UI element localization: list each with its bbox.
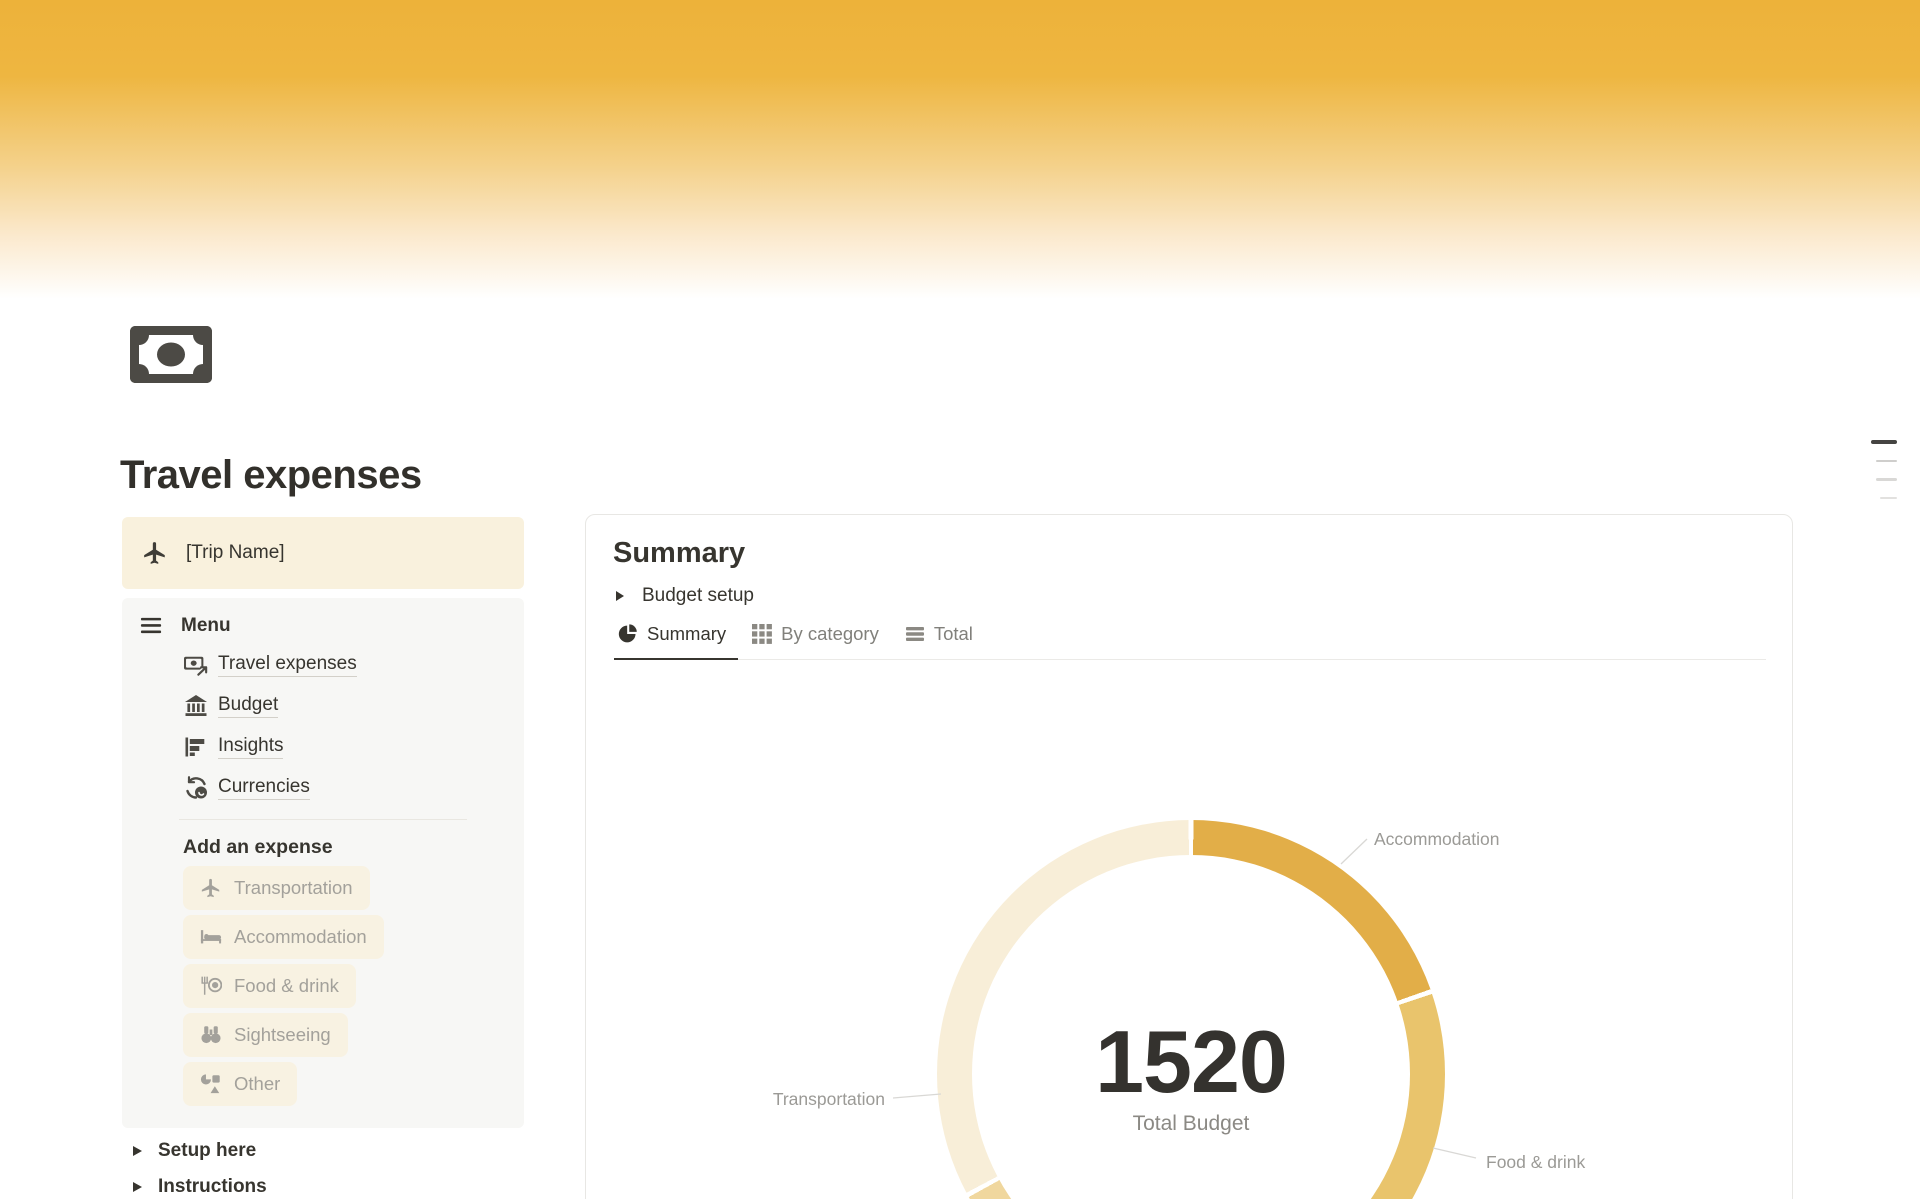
trip-name-label: [Trip Name] — [186, 542, 285, 564]
toggle-triangle-icon — [616, 591, 624, 601]
bank-icon — [184, 694, 208, 718]
menu-link-budget[interactable]: Budget — [184, 685, 357, 726]
toggle-label: Setup here — [158, 1140, 256, 1162]
menu-link-label: Budget — [218, 694, 278, 718]
add-food-drink-button[interactable]: Food & drink — [183, 964, 356, 1008]
slice-label-accommodation: Accommodation — [1374, 828, 1499, 850]
budget-setup-toggle[interactable]: Budget setup — [616, 585, 754, 607]
trip-name-callout[interactable]: [Trip Name] — [122, 517, 524, 589]
tab-label: Total — [934, 623, 973, 645]
bed-icon — [200, 926, 222, 948]
menu-panel: Menu Travel expenses Budget — [122, 598, 524, 1128]
toc-line[interactable] — [1880, 497, 1897, 500]
tab-total[interactable]: Total — [901, 619, 985, 659]
instructions-toggle[interactable]: Instructions — [133, 1176, 267, 1198]
toc-line[interactable] — [1876, 478, 1897, 481]
tab-label: By category — [781, 623, 879, 645]
page-cover-gradient — [0, 0, 1920, 318]
table-of-contents-indicator[interactable] — [1869, 440, 1897, 515]
menu-divider — [179, 819, 467, 820]
menu-header: Menu — [140, 614, 231, 637]
donut-ring — [937, 820, 1445, 1199]
expense-button-label: Sightseeing — [234, 1024, 331, 1046]
page-title: Travel expenses — [120, 451, 422, 500]
rows-icon — [905, 624, 925, 644]
tab-label: Summary — [647, 623, 726, 645]
toggle-triangle-icon — [133, 1182, 142, 1192]
airplane-icon — [200, 877, 222, 899]
page-banknote-icon[interactable] — [130, 326, 212, 383]
summary-heading: Summary — [613, 535, 745, 571]
currency-exchange-icon — [184, 776, 208, 800]
expense-button-label: Food & drink — [234, 975, 339, 997]
expense-buttons: Transportation Accommodation Food & drin… — [183, 866, 384, 1111]
airplane-icon — [142, 540, 168, 566]
slice-label-food-drink: Food & drink — [1486, 1151, 1585, 1173]
restaurant-icon — [200, 975, 222, 997]
budget-setup-label: Budget setup — [642, 585, 754, 607]
shapes-icon — [200, 1073, 222, 1095]
view-tabs: Summary By category Total — [614, 619, 1766, 660]
toc-line[interactable] — [1876, 460, 1897, 463]
menu-link-insights[interactable]: Insights — [184, 726, 357, 767]
toggle-label: Instructions — [158, 1176, 267, 1198]
chart-center-value: 1520 — [991, 1029, 1391, 1095]
summary-card: Summary Budget setup Summary By category — [585, 514, 1793, 1199]
add-transportation-button[interactable]: Transportation — [183, 866, 370, 910]
add-other-button[interactable]: Other — [183, 1062, 297, 1106]
hamburger-menu-icon — [140, 614, 163, 637]
menu-link-currencies[interactable]: Currencies — [184, 767, 357, 808]
notion-page: Travel expenses [Trip Name] Menu — [0, 0, 1920, 1199]
grid-icon — [752, 624, 772, 644]
add-sightseeing-button[interactable]: Sightseeing — [183, 1013, 348, 1057]
menu-link-label: Currencies — [218, 776, 310, 800]
toc-line[interactable] — [1871, 440, 1897, 444]
menu-link-label: Travel expenses — [218, 653, 357, 677]
banknote-link-icon — [184, 653, 208, 677]
binoculars-icon — [200, 1024, 222, 1046]
expense-button-label: Accommodation — [234, 926, 367, 948]
menu-link-travel-expenses[interactable]: Travel expenses — [184, 644, 357, 685]
pie-chart-icon — [618, 624, 638, 644]
slice-label-transportation: Transportation — [761, 1088, 885, 1110]
toggle-triangle-icon — [133, 1146, 142, 1156]
setup-here-toggle[interactable]: Setup here — [133, 1140, 256, 1162]
menu-title: Menu — [181, 615, 231, 637]
menu-link-label: Insights — [218, 735, 283, 759]
tab-by-category[interactable]: By category — [748, 619, 891, 659]
menu-list: Travel expenses Budget Insights — [184, 644, 357, 808]
add-expense-title: Add an expense — [183, 836, 333, 859]
add-accommodation-button[interactable]: Accommodation — [183, 915, 384, 959]
expense-button-label: Transportation — [234, 877, 353, 899]
expense-button-label: Other — [234, 1073, 280, 1095]
chart-center-label: Total Budget — [991, 1111, 1391, 1137]
tab-summary[interactable]: Summary — [614, 619, 738, 660]
bar-chart-icon — [184, 735, 208, 759]
